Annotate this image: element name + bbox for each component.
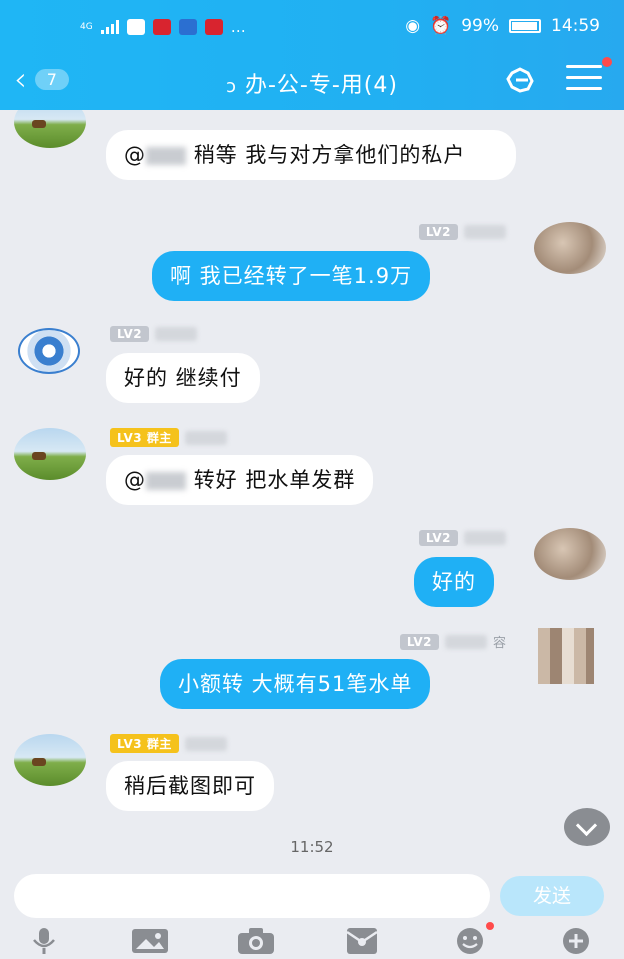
message-bubble[interactable]: @ 稍等 我与对方拿他们的私户: [106, 130, 516, 180]
sender-name-tail: 容: [492, 636, 506, 651]
chat-area[interactable]: @ 稍等 我与对方拿他们的私户 LV2 啊 我已经转了一笔1.9万 LV2 好的…: [0, 110, 624, 860]
message-bubble[interactable]: @ 转好 把水单发群: [106, 455, 374, 505]
composer: 发送: [0, 860, 624, 959]
redacted-name: [146, 472, 186, 490]
image-icon[interactable]: [130, 926, 170, 956]
avatar[interactable]: [18, 328, 80, 374]
clock: 14:59: [551, 16, 600, 36]
message-bubble[interactable]: 好的 继续付: [106, 353, 260, 403]
redacted-sender: [155, 327, 198, 341]
avatar[interactable]: [14, 734, 86, 786]
app-notification-icon: [126, 19, 145, 35]
message-bubble[interactable]: 稍后截图即可: [106, 761, 274, 811]
input-toolbar: [0, 922, 624, 959]
avatar[interactable]: [534, 528, 606, 580]
sender-meta: LV2: [110, 326, 198, 342]
redacted-sender: [464, 225, 506, 239]
sender-meta: LV3 群主: [110, 734, 227, 753]
app-notification-icon: [152, 19, 171, 35]
battery-percent: 99%: [461, 16, 499, 36]
group-call-icon[interactable]: [502, 65, 542, 95]
avatar[interactable]: [14, 110, 86, 148]
sender-meta: LV3 群主: [110, 428, 227, 447]
network-label: 4G: [80, 22, 93, 32]
redacted-sender: [464, 531, 506, 545]
menu-button[interactable]: [566, 57, 612, 95]
emoji-button[interactable]: [452, 922, 494, 956]
level-badge: LV2: [418, 530, 458, 546]
message-bubble[interactable]: 小额转 大概有51笔水单: [160, 659, 431, 709]
signal-icon: [100, 20, 119, 34]
camera-icon[interactable]: [236, 926, 276, 956]
level-badge: LV3 群主: [110, 734, 179, 753]
top-bar: 4G … ◉ ⏰ 99% 14:59 ‹ 7 ↄ 办-公-专-用(4): [0, 0, 624, 110]
message-bubble[interactable]: 好的: [414, 557, 494, 607]
sender-meta: LV2: [418, 530, 506, 546]
redacted-sender: [444, 634, 487, 649]
emoji-icon: [457, 928, 483, 954]
level-badge: LV2: [110, 326, 150, 342]
title-row: ‹ 7 ↄ 办-公-专-用(4): [0, 55, 624, 107]
level-badge: LV2: [399, 633, 439, 650]
message-bubble[interactable]: 啊 我已经转了一笔1.9万: [152, 251, 431, 301]
sender-meta: LV2: [418, 224, 506, 240]
app-notification-icon: [178, 19, 197, 35]
avatar[interactable]: [14, 428, 86, 480]
status-bar: 4G … ◉ ⏰ 99% 14:59: [0, 0, 624, 50]
level-badge: LV2: [418, 224, 458, 240]
battery-icon: [509, 19, 541, 33]
redacted-sender: [184, 430, 227, 445]
red-packet-icon[interactable]: [344, 926, 380, 956]
ear-icon: ↄ: [226, 76, 237, 97]
plus-icon[interactable]: [558, 926, 594, 956]
avatar[interactable]: [538, 628, 594, 684]
send-button[interactable]: 发送: [500, 876, 604, 916]
redacted-sender: [184, 736, 227, 751]
eye-icon: ◉: [405, 16, 421, 36]
alarm-icon: ⏰: [430, 16, 452, 36]
notification-dot: [486, 922, 494, 930]
app-notification-icon: [204, 19, 223, 35]
timestamp: 11:52: [290, 838, 334, 856]
sender-meta: LV2 容: [399, 632, 506, 651]
redacted-name: [146, 147, 186, 165]
notification-dot: [602, 57, 612, 67]
message-input[interactable]: [14, 874, 490, 918]
more-notifications: …: [230, 18, 246, 36]
microphone-icon[interactable]: [28, 926, 60, 956]
group-name: 办-公-专-用(4): [244, 73, 398, 98]
avatar[interactable]: [534, 222, 606, 274]
level-badge: LV3 群主: [110, 428, 179, 447]
